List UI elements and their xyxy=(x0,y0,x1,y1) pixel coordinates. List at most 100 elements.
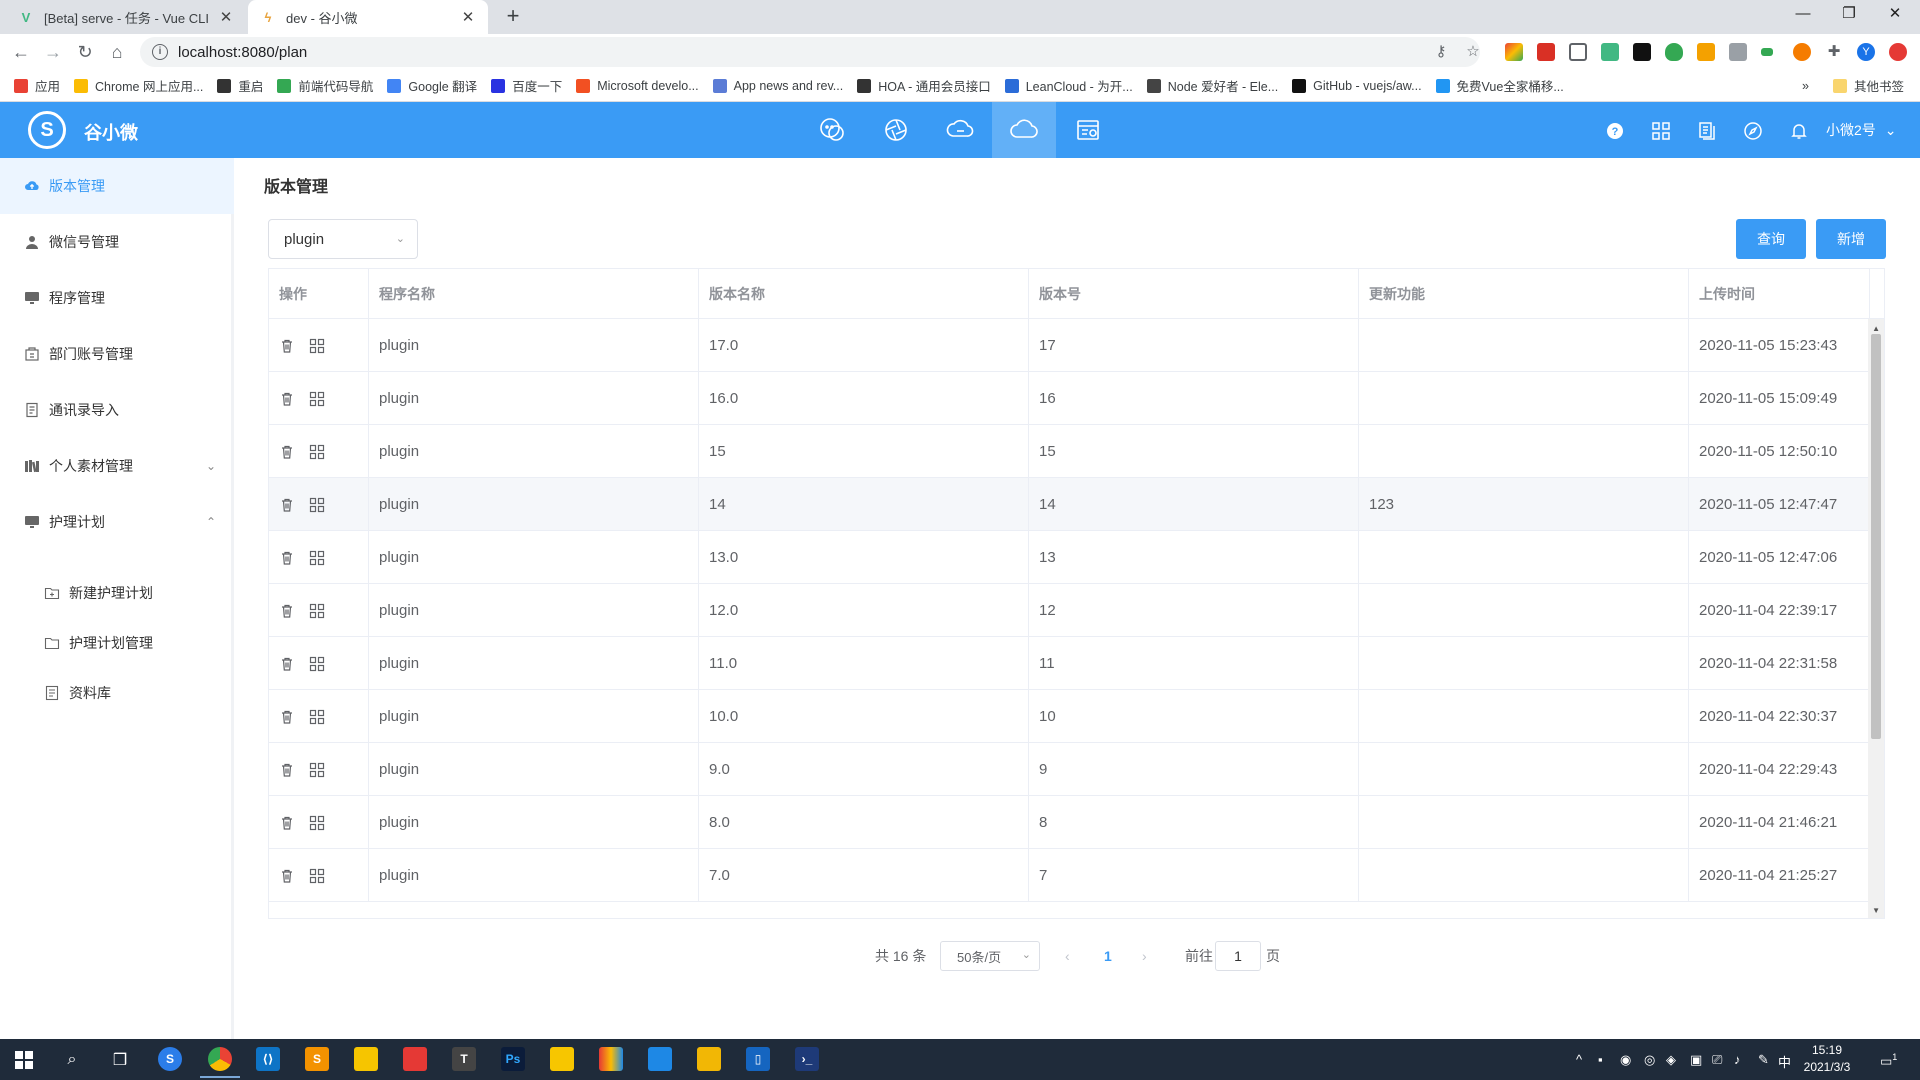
system-clock[interactable]: 15:19 2021/3/3 xyxy=(1792,1042,1862,1076)
sidebar-item[interactable]: 护理计划 ⌃ xyxy=(0,494,234,550)
update-icon[interactable] xyxy=(1889,43,1907,61)
back-arrow-icon[interactable]: ← xyxy=(8,39,34,65)
sidebar-item[interactable]: 部门账号管理 xyxy=(0,326,234,382)
bookmarks-overflow-icon[interactable]: » xyxy=(1802,79,1809,93)
tray-icon[interactable]: ◎ xyxy=(1644,1052,1655,1068)
delete-icon[interactable] xyxy=(279,550,295,566)
close-tab-icon[interactable]: ✕ xyxy=(460,8,476,26)
scrollbar-thumb[interactable] xyxy=(1871,334,1881,739)
new-tab-button[interactable]: + xyxy=(500,4,526,30)
key-icon[interactable]: ⚷ xyxy=(1432,43,1450,61)
program-select[interactable]: plugin ⌄ xyxy=(268,219,418,259)
page-size-select[interactable]: 50条/页 ⌄ xyxy=(940,941,1040,971)
delete-icon[interactable] xyxy=(279,444,295,460)
delete-icon[interactable] xyxy=(279,868,295,884)
reload-icon[interactable]: ↻ xyxy=(72,39,98,65)
bookmark-item[interactable]: Node 爱好者 - Ele... xyxy=(1146,76,1278,95)
sidebar-item[interactable]: 个人素材管理 ⌄ xyxy=(0,438,234,494)
nav-chat-icon[interactable] xyxy=(800,102,864,158)
sublime-app-icon[interactable]: S xyxy=(305,1047,329,1071)
qrcode-icon[interactable] xyxy=(309,497,325,513)
browser-tab-dev[interactable]: ϟ dev - 谷小微 ✕ xyxy=(248,0,488,34)
qrcode-icon[interactable] xyxy=(309,603,325,619)
delete-icon[interactable] xyxy=(279,762,295,778)
restore-button[interactable]: ❐ xyxy=(1826,0,1872,30)
vue-devtools-icon[interactable] xyxy=(1601,43,1619,61)
delete-icon[interactable] xyxy=(279,391,295,407)
sticky-notes-app-icon[interactable] xyxy=(550,1047,574,1071)
sidebar-item[interactable]: 通讯录导入 xyxy=(0,382,234,438)
bell-icon[interactable] xyxy=(1788,120,1810,142)
delete-icon[interactable] xyxy=(279,603,295,619)
extension-icon[interactable] xyxy=(1793,43,1811,61)
extension-icon[interactable] xyxy=(1761,48,1773,56)
query-button[interactable]: 查询 xyxy=(1736,219,1806,259)
sidebar-subitem[interactable]: 资料库 xyxy=(0,668,234,718)
forward-arrow-icon[interactable]: → xyxy=(40,39,66,65)
minimize-button[interactable]: — xyxy=(1780,0,1826,30)
delete-icon[interactable] xyxy=(279,497,295,513)
qrcode-icon[interactable] xyxy=(309,762,325,778)
star-icon[interactable]: ☆ xyxy=(1464,43,1482,61)
extension-icon[interactable] xyxy=(1505,43,1523,61)
tray-icon[interactable]: ▣ xyxy=(1690,1052,1702,1068)
bookmark-item[interactable]: App news and rev... xyxy=(712,78,843,93)
bookmark-item[interactable]: Google 翻译 xyxy=(387,76,477,95)
tray-icon[interactable]: ◉ xyxy=(1620,1052,1631,1068)
home-icon[interactable]: ⌂ xyxy=(104,39,130,65)
tray-icon[interactable]: ▪ xyxy=(1598,1052,1603,1067)
next-page-icon[interactable]: › xyxy=(1142,941,1147,971)
delete-icon[interactable] xyxy=(279,338,295,354)
sidebar-item[interactable]: 微信号管理 xyxy=(0,214,234,270)
qrcode-icon[interactable] xyxy=(309,656,325,672)
sidebar-subitem[interactable]: 护理计划管理 xyxy=(0,618,234,668)
qrcode-icon[interactable] xyxy=(309,550,325,566)
compass-icon[interactable] xyxy=(1742,120,1764,142)
network-icon[interactable]: ⎚ xyxy=(1712,1052,1722,1068)
qrcode-icon[interactable] xyxy=(309,868,325,884)
nav-aperture-icon[interactable] xyxy=(864,102,928,158)
scroll-up-icon[interactable]: ▲ xyxy=(1872,324,1880,333)
sidebar-item[interactable]: 程序管理 xyxy=(0,270,234,326)
bookmark-item[interactable]: 应用 xyxy=(14,76,60,95)
info-icon[interactable]: i xyxy=(152,44,168,60)
add-button[interactable]: 新增 xyxy=(1816,219,1886,259)
browser-tab-vue-cli[interactable]: V [Beta] serve - 任务 - Vue CLI ✕ xyxy=(6,0,246,34)
qrcode-icon[interactable] xyxy=(309,709,325,725)
profile-avatar[interactable]: Y xyxy=(1857,43,1875,61)
qrcode-icon[interactable] xyxy=(1650,120,1672,142)
qrcode-icon[interactable] xyxy=(309,815,325,831)
file-explorer-app-icon[interactable] xyxy=(697,1047,721,1071)
extension-icon[interactable] xyxy=(1633,43,1651,61)
vscode-app-icon[interactable]: ⟨⟩ xyxy=(256,1047,280,1071)
nav-cloud-icon[interactable] xyxy=(992,102,1056,158)
app-icon[interactable] xyxy=(354,1047,378,1071)
bookmark-item[interactable]: 前端代码导航 xyxy=(277,76,373,95)
notification-icon[interactable]: ▭1 xyxy=(1880,1052,1897,1069)
qrcode-icon[interactable] xyxy=(309,338,325,354)
delete-icon[interactable] xyxy=(279,709,295,725)
typora-app-icon[interactable]: T xyxy=(452,1047,476,1071)
puzzle-icon[interactable]: ✚ xyxy=(1825,43,1843,61)
app-icon[interactable] xyxy=(403,1047,427,1071)
close-tab-icon[interactable]: ✕ xyxy=(218,8,234,26)
ime-indicator[interactable]: 中 xyxy=(1778,1052,1791,1071)
other-bookmarks[interactable]: 其他书签 xyxy=(1832,76,1904,95)
chrome-app-icon[interactable] xyxy=(200,1047,240,1078)
bookmark-item[interactable]: 免费Vue全家桶移... xyxy=(1435,76,1564,95)
delete-icon[interactable] xyxy=(279,815,295,831)
user-menu[interactable]: 小微2号 ⌄ xyxy=(1826,120,1896,140)
bookmark-item[interactable]: 百度一下 xyxy=(491,76,562,95)
extension-icon[interactable] xyxy=(1697,43,1715,61)
help-icon[interactable]: ? xyxy=(1604,120,1626,142)
pen-icon[interactable]: ✎ xyxy=(1758,1052,1769,1068)
bookmark-item[interactable]: GitHub - vuejs/aw... xyxy=(1292,78,1422,93)
bookmark-item[interactable]: Microsoft develo... xyxy=(576,78,699,93)
address-bar[interactable]: i localhost:8080/plan xyxy=(140,37,1480,67)
bookmark-icon[interactable] xyxy=(1569,43,1587,61)
nav-dashboard-icon[interactable] xyxy=(1056,102,1120,158)
shield-icon[interactable] xyxy=(1665,43,1683,61)
prev-page-icon[interactable]: ‹ xyxy=(1065,941,1070,971)
search-icon[interactable]: ⌕ xyxy=(58,1046,86,1074)
bookmark-item[interactable]: LeanCloud - 为开... xyxy=(1004,76,1133,95)
